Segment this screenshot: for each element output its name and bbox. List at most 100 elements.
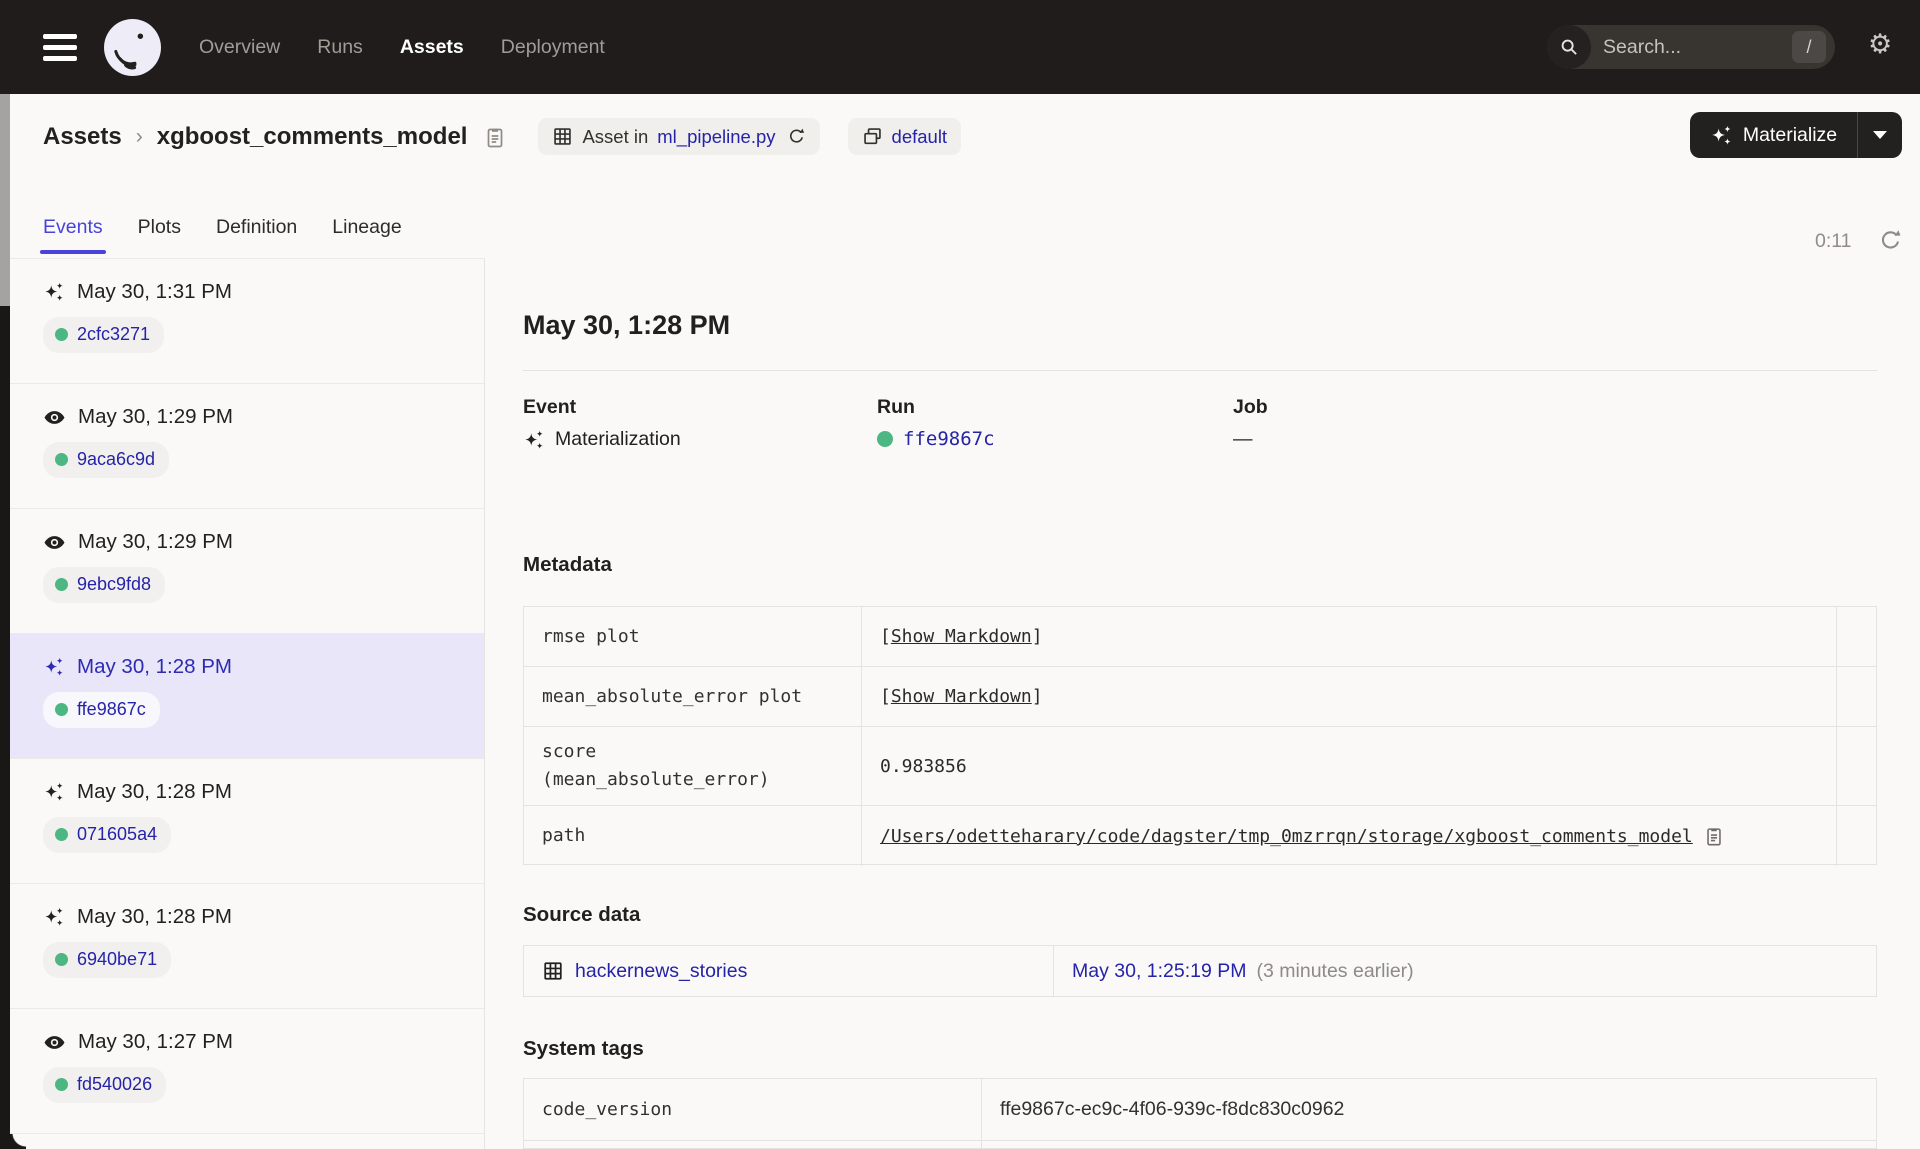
asset-in-label: Asset in: [582, 125, 649, 147]
metadata-value: /Users/odetteharary/code/dagster/tmp_0mz…: [862, 806, 1837, 866]
copy-path-icon[interactable]: [1703, 825, 1725, 847]
event-list-item[interactable]: May 30, 1:31 PM 2cfc3271: [10, 259, 484, 384]
source-asset-link[interactable]: hackernews_stories: [575, 960, 747, 983]
run-id-link[interactable]: fd540026: [77, 1074, 152, 1095]
event-list-item[interactable]: May 30, 1:28 PM ffe9867c: [10, 634, 484, 759]
eye-icon: [43, 531, 66, 554]
nav-item-overview[interactable]: Overview: [199, 36, 280, 59]
run-id-link[interactable]: 9ebc9fd8: [77, 574, 151, 595]
asset-group-chip[interactable]: default: [847, 118, 962, 155]
source-timestamp-link[interactable]: May 30, 1:25:19 PM: [1072, 960, 1247, 983]
eye-icon: [43, 1031, 66, 1054]
metadata-end-cell: [1837, 667, 1876, 726]
sparkle-icon: [525, 430, 543, 449]
run-id-link[interactable]: ffe9867c: [903, 428, 995, 450]
run-id-link[interactable]: ffe9867c: [77, 699, 146, 720]
run-status-dot: [55, 453, 68, 466]
metadata-value: [Show Markdown]: [862, 667, 1837, 726]
run-id-badge[interactable]: 6940be71: [43, 942, 172, 978]
eye-icon: [43, 406, 66, 429]
asset-file-link[interactable]: ml_pipeline.py: [657, 126, 775, 148]
copy-asset-name-icon[interactable]: [483, 125, 507, 149]
nav-item-assets[interactable]: Assets: [400, 36, 464, 59]
path-link[interactable]: /Users/odetteharary/code/dagster/tmp_0mz…: [880, 826, 1693, 847]
run-status-dot: [55, 578, 68, 591]
metadata-key: mean_absolute_error plot: [524, 667, 862, 726]
metadata-row: rmse plot [Show Markdown]: [524, 607, 1876, 667]
source-data-row: hackernews_stories May 30, 1:25:19 PM (3…: [524, 946, 1876, 996]
page-title: xgboost_comments_model: [156, 122, 468, 150]
top-nav: Overview Runs Assets Deployment Search... /…: [0, 0, 1920, 94]
metadata-end-cell: [1837, 806, 1876, 866]
sparkle-icon: [43, 281, 65, 303]
metadata-table: rmse plot [Show Markdown] mean_absolute_er…: [523, 606, 1877, 866]
run-status-dot: [55, 828, 68, 841]
run-id-badge[interactable]: 9ebc9fd8: [43, 567, 166, 603]
event-list-sidebar: May 30, 1:31 PM 2cfc3271 May 30, 1:29 PM 9a…: [10, 258, 485, 1149]
chevron-down-icon: [1873, 131, 1887, 139]
nav-item-deployment[interactable]: Deployment: [501, 36, 605, 59]
nav-item-runs[interactable]: Runs: [317, 36, 363, 59]
settings-gear-icon[interactable]: ⚙: [1868, 31, 1892, 58]
run-status-dot: [877, 431, 893, 447]
show-markdown-link[interactable]: Show Markdown: [891, 686, 1032, 707]
run-id-badge[interactable]: 9aca6c9d: [43, 442, 170, 478]
tab-definition[interactable]: Definition: [216, 216, 297, 239]
materialize-button[interactable]: Materialize: [1690, 112, 1857, 158]
materialize-dropdown-button[interactable]: [1858, 112, 1902, 158]
search-placeholder: Search...: [1603, 35, 1682, 58]
breadcrumb-separator: ›: [135, 124, 143, 148]
run-id-link[interactable]: 9aca6c9d: [77, 449, 155, 470]
event-list-item[interactable]: May 30, 1:29 PM 9ebc9fd8: [10, 509, 484, 634]
metadata-value: [Show Markdown]: [862, 607, 1837, 666]
system-tags-table: code_version ffe9867c-ec9c-4f06-939c-f8dc…: [523, 1078, 1877, 1149]
run-id-link[interactable]: 071605a4: [77, 824, 157, 845]
system-tags-heading: System tags: [523, 1037, 644, 1060]
event-list-item[interactable]: May 30, 1:29 PM 9aca6c9d: [10, 384, 484, 509]
job-value: —: [1233, 428, 1253, 450]
run-id-badge[interactable]: 071605a4: [43, 817, 172, 853]
refresh-icon[interactable]: [1878, 228, 1903, 258]
event-list-item[interactable]: May 30, 1:28 PM 6940be71: [10, 884, 484, 1009]
tab-plots[interactable]: Plots: [138, 216, 181, 239]
asset-definition-chip[interactable]: Asset in ml_pipeline.py: [538, 118, 820, 155]
run-id-badge[interactable]: fd540026: [43, 1067, 167, 1103]
event-timestamp: May 30, 1:27 PM: [78, 1030, 233, 1053]
divider: [523, 370, 1877, 371]
event-list-item[interactable]: May 30, 1:28 PM 071605a4: [10, 759, 484, 884]
refresh-timer: 0:11: [1815, 230, 1852, 252]
show-markdown-link[interactable]: Show Markdown: [891, 626, 1032, 647]
event-timestamp: May 30, 1:31 PM: [77, 280, 232, 303]
metadata-key: score (mean_absolute_error): [524, 727, 862, 805]
event-timestamp: May 30, 1:29 PM: [78, 530, 233, 553]
event-timestamp: May 30, 1:29 PM: [78, 405, 233, 428]
materialize-label: Materialize: [1742, 123, 1838, 146]
run-id-badge[interactable]: ffe9867c: [43, 692, 160, 728]
dagster-logo-icon[interactable]: [104, 18, 161, 76]
metadata-text-value: 0.983856: [880, 755, 967, 777]
event-list-item[interactable]: May 30, 1:27 PM fd540026: [10, 1009, 484, 1134]
source-relative-time: (3 minutes earlier): [1256, 959, 1414, 982]
tab-lineage[interactable]: Lineage: [332, 216, 401, 239]
menu-icon[interactable]: [43, 33, 77, 61]
sparkle-icon: [43, 906, 65, 928]
metadata-key: path: [524, 806, 862, 866]
asset-grid-icon: [544, 962, 562, 980]
run-status-dot: [55, 1078, 68, 1091]
metadata-row: path/Users/odetteharary/code/dagster/tmp…: [524, 806, 1876, 866]
search-shortcut-key: /: [1792, 31, 1826, 63]
run-id-link[interactable]: 2cfc3271: [77, 324, 150, 345]
event-detail-title: May 30, 1:28 PM: [523, 310, 731, 340]
run-id-badge[interactable]: 2cfc3271: [43, 317, 165, 353]
reload-code-location-icon[interactable]: [787, 127, 806, 146]
group-name: default: [891, 125, 948, 147]
tab-events[interactable]: Events: [40, 216, 106, 254]
materialize-split-button: Materialize: [1690, 112, 1902, 158]
asset-tabs: Events Plots Definition Lineage: [40, 216, 402, 254]
nav-links: Overview Runs Assets Deployment: [199, 36, 605, 59]
run-id-link[interactable]: 6940be71: [77, 949, 157, 970]
search-input[interactable]: Search... /: [1547, 25, 1835, 69]
breadcrumb-assets-link[interactable]: Assets: [43, 123, 122, 151]
event-timestamp: May 30, 1:28 PM: [77, 780, 232, 803]
search-icon: [1547, 25, 1591, 69]
